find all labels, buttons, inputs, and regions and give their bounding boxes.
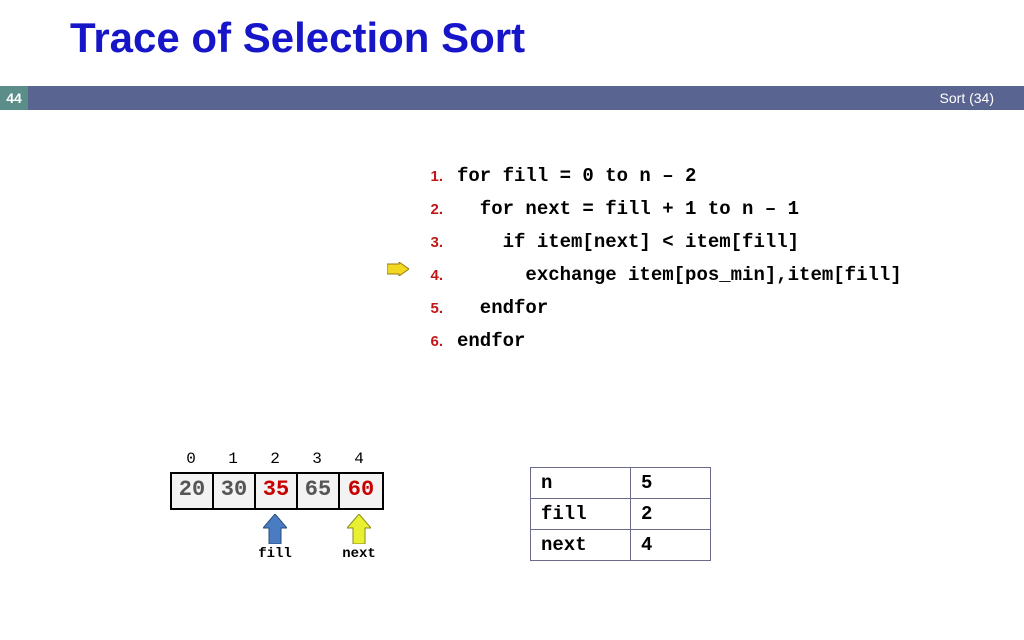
code-text: for fill = 0 to n – 2 [457, 160, 696, 192]
array-cell: 65 [298, 474, 340, 508]
array-index: 4 [338, 450, 380, 468]
pointer-label: fill [254, 546, 296, 562]
arrow-up-icon [347, 514, 371, 544]
array-index: 0 [170, 450, 212, 468]
pointer-label: next [338, 546, 380, 562]
table-row: n5 [531, 468, 711, 499]
code-text: if item[next] < item[fill] [457, 226, 799, 258]
line-number: 1. [415, 161, 443, 193]
array-cell: 35 [256, 474, 298, 508]
code-line: 4. exchange item[pos_min],item[fill] [415, 259, 902, 292]
array-index: 1 [212, 450, 254, 468]
array-index: 3 [296, 450, 338, 468]
line-number: 6. [415, 326, 443, 358]
code-line: 2. for next = fill + 1 to n – 1 [415, 193, 902, 226]
code-line: 1. for fill = 0 to n – 2 [415, 160, 902, 193]
arrow-up-icon [263, 514, 287, 544]
pseudocode-block: 1. for fill = 0 to n – 2 2. for next = fi… [415, 160, 902, 358]
array-index-row: 0 1 2 3 4 [170, 450, 384, 468]
code-line: 5. endfor [415, 292, 902, 325]
var-value: 2 [631, 499, 711, 530]
fill-pointer: fill [254, 514, 296, 562]
var-name: fill [531, 499, 631, 530]
header-bar [0, 86, 1024, 110]
var-value: 4 [631, 530, 711, 561]
current-line-marker-icon [387, 262, 409, 276]
next-pointer: next [338, 514, 380, 562]
array-index: 2 [254, 450, 296, 468]
code-line: 6. endfor [415, 325, 902, 358]
var-name: next [531, 530, 631, 561]
slide-title: Trace of Selection Sort [70, 14, 525, 62]
code-text: exchange item[pos_min],item[fill] [457, 259, 902, 291]
header-right-label: Sort (34) [940, 86, 994, 110]
array-pointers: fill next [170, 510, 384, 570]
line-number: 2. [415, 194, 443, 226]
code-text: endfor [457, 292, 548, 324]
line-number: 5. [415, 293, 443, 325]
array-cells: 20 30 35 65 60 [170, 472, 384, 510]
array-cell: 30 [214, 474, 256, 508]
array-cell: 60 [340, 474, 382, 508]
code-line: 3. if item[next] < item[fill] [415, 226, 902, 259]
page-number-badge: 44 [0, 86, 28, 110]
table-row: fill2 [531, 499, 711, 530]
line-number: 3. [415, 227, 443, 259]
variables-table: n5 fill2 next4 [530, 467, 711, 561]
code-text: endfor [457, 325, 525, 357]
code-text: for next = fill + 1 to n – 1 [457, 193, 799, 225]
var-value: 5 [631, 468, 711, 499]
var-name: n [531, 468, 631, 499]
array-visual: 0 1 2 3 4 20 30 35 65 60 fill next [170, 450, 384, 570]
array-cell: 20 [172, 474, 214, 508]
table-row: next4 [531, 530, 711, 561]
line-number: 4. [415, 260, 443, 292]
